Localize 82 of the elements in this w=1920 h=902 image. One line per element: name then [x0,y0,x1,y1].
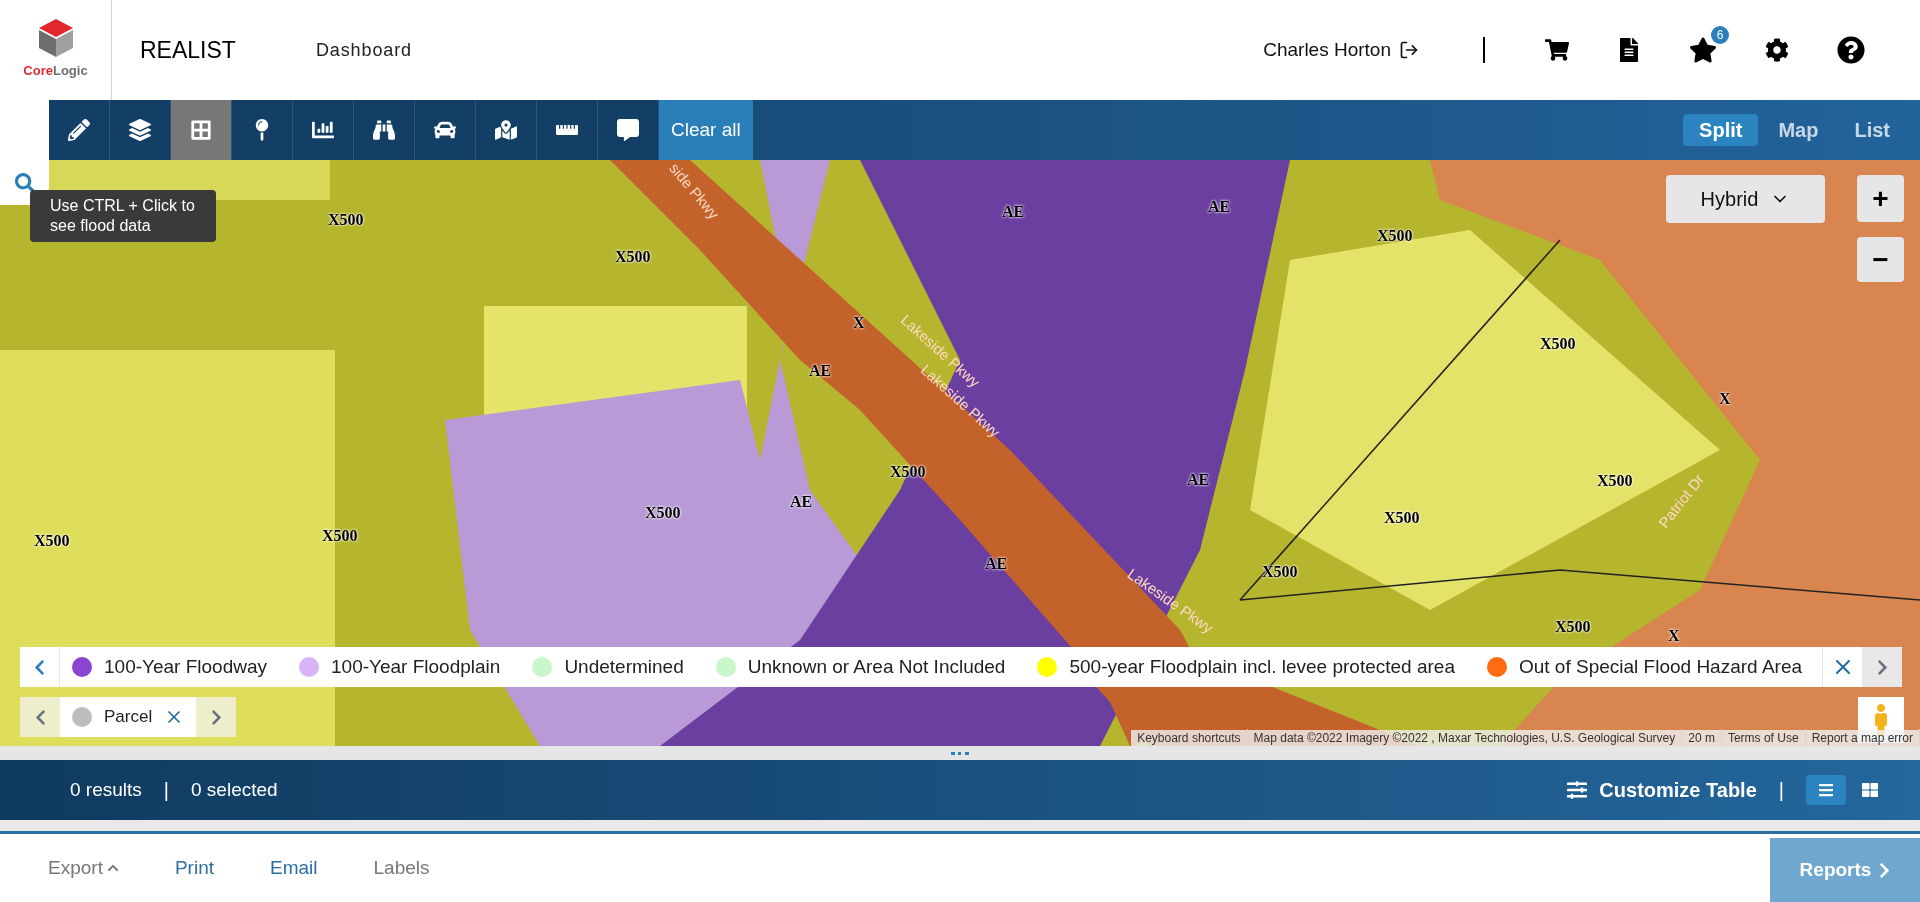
cube-logo-icon [38,19,73,58]
tool-button[interactable] [598,100,659,160]
product-name: REALIST [140,35,236,65]
flood-zone-label: AE [790,492,813,512]
customize-table-button[interactable]: Customize Table [1567,775,1757,805]
flood-zone-label: X500 [1377,226,1413,246]
logo-wordmark: CoreLogic [23,62,88,81]
zoom-out-button[interactable]: − [1857,237,1904,282]
chevron-left-icon [34,658,45,676]
chevron-right-icon [210,708,222,726]
layers-icon [129,119,151,141]
sliders-icon [1567,780,1588,800]
search-icon [14,172,35,193]
chevron-left-icon [34,708,46,726]
flood-zone-label: AE [809,361,832,381]
scroll-left-button[interactable] [20,697,60,737]
view-tab[interactable]: Map [1762,114,1835,146]
bar-chart-icon [312,119,334,141]
legend-label: Out of Special Flood Hazard Area [1518,654,1802,679]
chevron-right-icon [1876,658,1888,676]
document-icon[interactable] [1617,38,1641,62]
flood-zone-label: X [853,313,865,333]
divider-text: | [163,778,169,803]
flood-zone-label: X500 [1555,617,1591,637]
legend-label: Undetermined [564,654,684,679]
flood-zone-label: X500 [322,526,358,546]
user-menu[interactable]: Charles Horton [1263,35,1419,65]
clear-all-button[interactable]: Clear all [659,100,753,160]
flood-zone-label: X [1668,626,1680,646]
zoom-in-button[interactable]: + [1857,175,1904,222]
chevron-right-icon [1879,861,1891,879]
help-icon[interactable] [1837,36,1865,64]
action-link[interactable]: Print [174,853,214,883]
legend-label: 500-year Floodplain incl. levee protected area [1069,654,1455,679]
grid-icon [1862,782,1878,798]
flood-zone-label: X500 [34,531,70,551]
legend-label: Unknown or Area Not Included [747,654,1006,679]
scroll-right-button[interactable] [196,697,237,737]
comment-icon [617,119,639,141]
tooltip: Use CTRL + Click to see flood data [30,190,216,242]
flood-zone-label: AE [1208,197,1231,217]
cart-icon[interactable] [1545,38,1569,62]
flood-zone-label: X [1719,389,1731,409]
count-badge: 6 [1709,24,1731,46]
binoculars-icon [373,119,395,141]
logout-icon [1399,40,1419,60]
grid-icon [190,119,212,141]
flood-zone-label: X500 [645,503,681,523]
tool-button[interactable] [476,100,537,160]
list-icon [1818,782,1834,798]
selected-count: 0 selected [191,777,278,802]
flood-zone-label: AE [1002,202,1025,222]
results-count: 0 results [70,777,142,802]
flood-zone-label: X500 [328,210,364,230]
settings-icon[interactable] [1765,38,1789,62]
star-icon[interactable] [1689,36,1717,64]
legend-label: 100-Year Floodplain [331,654,501,679]
tool-button[interactable] [293,100,354,160]
flood-zone-label: X500 [1597,471,1633,491]
flood-zone-label: X500 [1384,508,1420,528]
action-link[interactable]: Email [270,853,318,883]
flood-zone-label: X500 [615,247,651,267]
scroll-right-button[interactable] [1862,647,1902,687]
nav-link[interactable]: Dashboard [315,36,413,64]
car-icon [434,119,456,141]
list-view-button[interactable] [1806,775,1846,805]
view-tab[interactable]: Split [1683,114,1759,146]
map-icon [495,119,517,141]
tool-button[interactable] [415,100,476,160]
view-tab[interactable]: List [1838,114,1906,146]
tool-button[interactable] [354,100,415,160]
pencil-icon [68,119,90,141]
divider-text: | [1778,778,1784,803]
legend-label: Parcel [104,706,153,729]
flood-zone-label: X500 [1540,334,1576,354]
legend-label: 100-Year Floodway [104,654,267,679]
grip-icon [951,751,969,755]
caret-icon [106,862,119,874]
tool-button[interactable] [537,100,598,160]
flood-zone-label: AE [1187,470,1210,490]
map-type-dropdown[interactable]: Hybrid [1666,175,1825,223]
tool-button[interactable] [232,100,293,160]
